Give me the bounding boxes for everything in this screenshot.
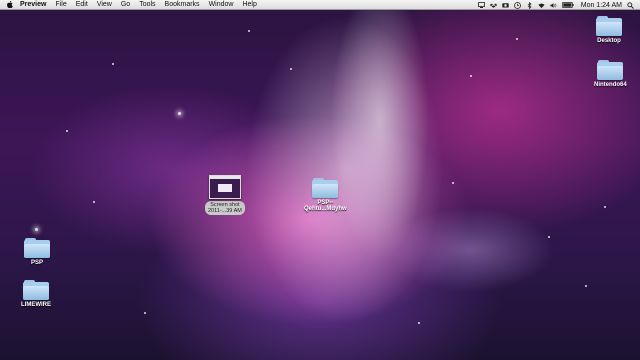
menu-edit[interactable]: Edit [76,1,88,8]
menu-go[interactable]: Go [121,1,130,8]
spotlight-search-icon[interactable] [627,1,634,9]
folder-icon [24,238,50,258]
folder-label: PSP-- Qehtu...Mdyhw [304,200,347,212]
volume-icon[interactable] [550,2,557,9]
menu-tools[interactable]: Tools [139,1,155,8]
star [418,322,420,324]
star [66,130,68,132]
apple-menu-icon[interactable] [7,1,14,9]
star [35,228,38,231]
star [585,285,587,287]
status-menus: Mon 1:24 AM [477,0,634,10]
star [548,236,550,238]
bluetooth-icon[interactable] [526,1,533,9]
folder-label: LIMEWIRE [21,302,51,308]
folder-label: Nintendo64 [594,82,627,88]
folder-label: PSP [30,260,43,266]
folder-label: Desktop [597,38,621,44]
file-label-selected: Screen shot 2011-...39 AM [205,201,245,215]
star [178,112,181,115]
folder-icon [597,60,624,80]
camera-icon[interactable] [502,2,509,9]
menu-help[interactable]: Help [242,1,256,8]
menu-file[interactable]: File [55,1,66,8]
screenshot-thumbnail-icon [208,175,241,199]
folder-icon [312,178,339,198]
menu-clock[interactable]: Mon 1:24 AM [581,2,622,9]
desktop-folder-desktop[interactable]: Desktop [596,16,622,44]
star [470,75,472,77]
star [93,201,95,203]
star [604,206,606,208]
desktop-file-screenshot[interactable]: Screen shot 2011-...39 AM [205,175,245,215]
dropbox-icon[interactable] [489,2,497,9]
desktop-folder-psp-download[interactable]: PSP-- Qehtu...Mdyhw [304,178,347,212]
clock-menu-icon[interactable] [513,1,521,9]
desktop-folder-nintendo64[interactable]: Nintendo64 [594,60,627,88]
menu-view[interactable]: View [97,1,112,8]
folder-icon [23,280,49,300]
star [144,312,146,314]
menu-window[interactable]: Window [209,1,234,8]
menu-app-preview[interactable]: Preview [20,1,46,8]
star [248,30,250,32]
folder-icon [596,16,622,36]
wifi-icon[interactable] [538,2,545,9]
star [452,182,454,184]
menu-bar: Preview File Edit View Go Tools Bookmark… [0,0,640,10]
desktop-folder-psp[interactable]: PSP [24,238,50,266]
battery-icon[interactable] [561,2,574,9]
screen-icon[interactable] [477,2,485,9]
menu-bookmarks[interactable]: Bookmarks [165,1,200,8]
desktop-folder-limewire[interactable]: LIMEWIRE [21,280,51,308]
star [112,63,114,65]
star [290,68,292,70]
star [516,38,518,40]
